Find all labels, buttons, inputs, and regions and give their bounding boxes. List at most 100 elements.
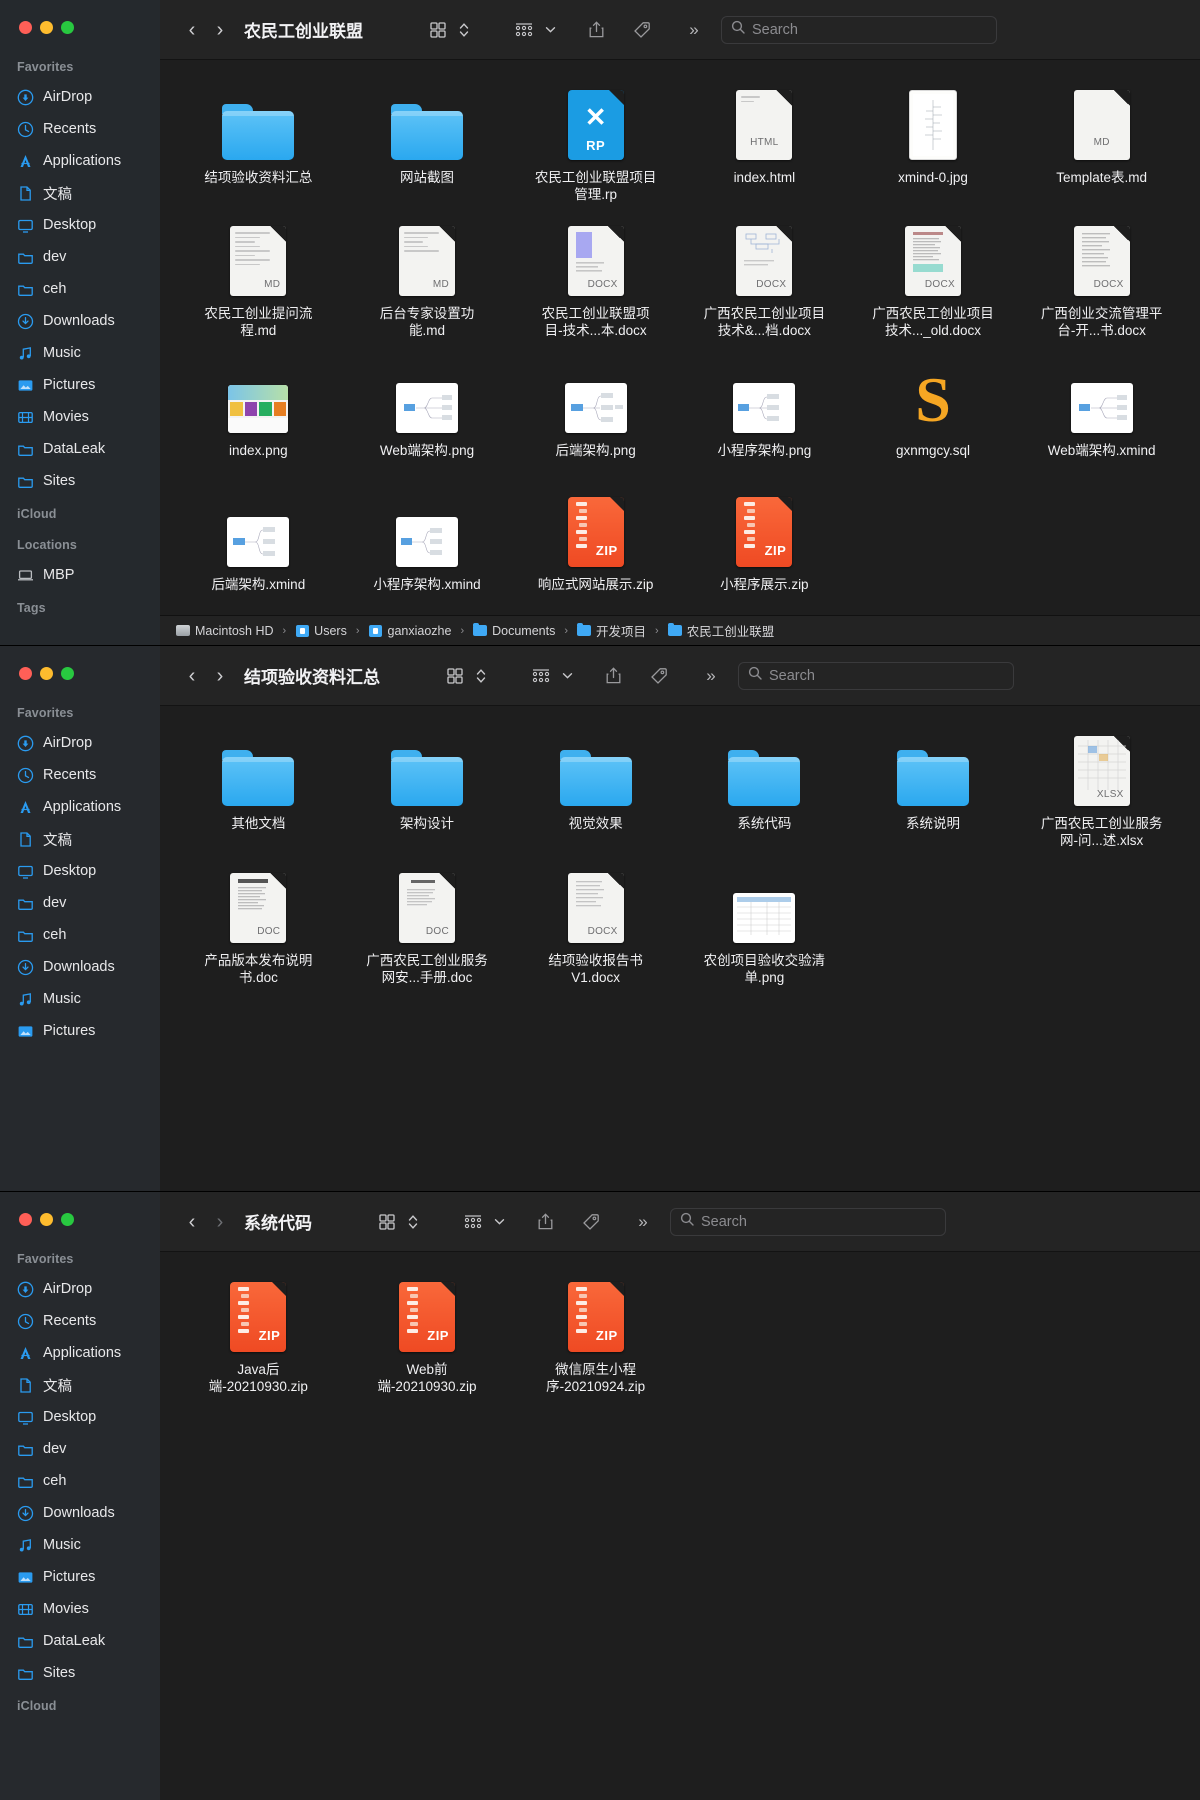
chevron-up-down-icon[interactable] bbox=[406, 1208, 420, 1236]
file-item[interactable]: HTML index.html bbox=[680, 78, 849, 211]
back-button[interactable]: ‹ bbox=[178, 662, 206, 690]
toolbar-window-1[interactable]: ‹ › 农民工创业联盟 bbox=[160, 0, 1200, 60]
file-item[interactable]: S gxnmgcy.sql bbox=[849, 351, 1018, 481]
toolbar-window-3[interactable]: ‹ › 系统代码 bbox=[160, 1192, 1200, 1252]
more-toolbar-items-button[interactable]: » bbox=[679, 16, 709, 44]
file-item[interactable]: Web端架构.png bbox=[343, 351, 512, 481]
sidebar-item-desktop[interactable]: Desktop bbox=[0, 209, 160, 241]
file-item[interactable]: xmind-0.jpg bbox=[849, 78, 1018, 211]
file-item[interactable]: ZIP Java后端-20210930.zip bbox=[174, 1270, 343, 1403]
grid-view-icon[interactable] bbox=[423, 16, 453, 44]
group-by-control[interactable] bbox=[458, 1208, 506, 1236]
file-item[interactable]: ZIP Web前端-20210930.zip bbox=[343, 1270, 512, 1403]
file-item[interactable]: 结项验收资料汇总 bbox=[174, 78, 343, 211]
file-item[interactable]: DOC 产品版本发布说明书.doc bbox=[174, 861, 343, 994]
sidebar-item-sites[interactable]: Sites bbox=[0, 1657, 160, 1689]
view-switcher[interactable] bbox=[372, 1208, 420, 1236]
more-toolbar-items-button[interactable]: » bbox=[696, 662, 726, 690]
file-item[interactable]: DOCX 广西农民工创业项目技术&...档.docx bbox=[680, 215, 849, 348]
sidebar-item-sites[interactable]: Sites bbox=[0, 465, 160, 497]
sidebar-item-applications[interactable]: Applications bbox=[0, 1337, 160, 1369]
file-item[interactable]: XLSX 广西农民工创业服务网-问...述.xlsx bbox=[1017, 724, 1186, 857]
sidebar-item-music[interactable]: Music bbox=[0, 337, 160, 369]
sidebar-item-documents[interactable]: 文稿 bbox=[0, 177, 160, 209]
sidebar-item-dataleak[interactable]: DataLeak bbox=[0, 433, 160, 465]
sidebar-item-ceh[interactable]: ceh bbox=[0, 919, 160, 951]
share-icon[interactable] bbox=[581, 16, 611, 44]
path-segment-macintosh-hd[interactable]: Macintosh HD bbox=[176, 624, 274, 638]
group-by-icon[interactable] bbox=[458, 1208, 488, 1236]
chevron-up-down-icon[interactable] bbox=[474, 662, 488, 690]
more-toolbar-items-button[interactable]: » bbox=[628, 1208, 658, 1236]
sidebar-item-dataleak[interactable]: DataLeak bbox=[0, 1625, 160, 1657]
maximize-button[interactable] bbox=[61, 667, 74, 680]
close-button[interactable] bbox=[19, 1213, 32, 1226]
chevron-down-icon[interactable] bbox=[492, 1208, 506, 1236]
file-item[interactable]: MD Template表.md bbox=[1017, 78, 1186, 211]
file-item[interactable]: Web端架构.xmind bbox=[1017, 351, 1186, 481]
file-item[interactable]: 后端架构.xmind bbox=[174, 485, 343, 615]
back-button[interactable]: ‹ bbox=[178, 16, 206, 44]
file-item[interactable]: 其他文档 bbox=[174, 724, 343, 857]
sidebar-item-music[interactable]: Music bbox=[0, 1529, 160, 1561]
sidebar-window-3[interactable]: Favorites AirDrop Recents Applications 文… bbox=[0, 1192, 160, 1800]
file-item[interactable]: 小程序架构.xmind bbox=[343, 485, 512, 615]
close-button[interactable] bbox=[19, 667, 32, 680]
sidebar-item-desktop[interactable]: Desktop bbox=[0, 1401, 160, 1433]
finder-window-3[interactable]: Favorites AirDrop Recents Applications 文… bbox=[0, 1192, 1200, 1800]
sidebar-item-airdrop[interactable]: AirDrop bbox=[0, 1273, 160, 1305]
sidebar-item-applications[interactable]: Applications bbox=[0, 145, 160, 177]
tag-icon[interactable] bbox=[644, 662, 674, 690]
sidebar-item-documents[interactable]: 文稿 bbox=[0, 823, 160, 855]
minimize-button[interactable] bbox=[40, 1213, 53, 1226]
sidebar-item-mbp[interactable]: MBP bbox=[0, 559, 160, 591]
path-segment-dev-projects[interactable]: 开发项目 bbox=[577, 621, 646, 640]
path-segment-current[interactable]: 农民工创业联盟 bbox=[668, 621, 775, 640]
sidebar-item-pictures[interactable]: Pictures bbox=[0, 1561, 160, 1593]
sidebar-item-dev[interactable]: dev bbox=[0, 241, 160, 273]
share-icon[interactable] bbox=[598, 662, 628, 690]
sidebar-item-movies[interactable]: Movies bbox=[0, 401, 160, 433]
path-bar-window-1[interactable]: Macintosh HD › Users › ganxiaozhe › Docu… bbox=[160, 615, 1200, 645]
sidebar-item-recents[interactable]: Recents bbox=[0, 1305, 160, 1337]
close-button[interactable] bbox=[19, 21, 32, 34]
sidebar-item-ceh[interactable]: ceh bbox=[0, 273, 160, 305]
file-item[interactable]: ZIP 响应式网站展示.zip bbox=[511, 485, 680, 615]
maximize-button[interactable] bbox=[61, 1213, 74, 1226]
toolbar-window-2[interactable]: ‹ › 结项验收资料汇总 bbox=[160, 646, 1200, 706]
sidebar-item-music[interactable]: Music bbox=[0, 983, 160, 1015]
sidebar-item-documents[interactable]: 文稿 bbox=[0, 1369, 160, 1401]
sidebar-item-airdrop[interactable]: AirDrop bbox=[0, 727, 160, 759]
sidebar-item-dev[interactable]: dev bbox=[0, 1433, 160, 1465]
file-item[interactable]: DOC 广西农民工创业服务网安...手册.doc bbox=[343, 861, 512, 994]
sidebar-item-recents[interactable]: Recents bbox=[0, 113, 160, 145]
file-item[interactable]: 视觉效果 bbox=[511, 724, 680, 857]
view-switcher[interactable] bbox=[440, 662, 488, 690]
file-item[interactable]: index.png bbox=[174, 351, 343, 481]
file-item[interactable]: MD 后台专家设置功能.md bbox=[343, 215, 512, 348]
tag-icon[interactable] bbox=[627, 16, 657, 44]
grid-view-icon[interactable] bbox=[440, 662, 470, 690]
minimize-button[interactable] bbox=[40, 667, 53, 680]
path-segment-documents[interactable]: Documents bbox=[473, 624, 555, 638]
file-item[interactable]: ZIP 微信原生小程序-20210924.zip bbox=[511, 1270, 680, 1403]
finder-window-2[interactable]: Favorites AirDrop Recents Applications 文… bbox=[0, 646, 1200, 1191]
chevron-down-icon[interactable] bbox=[560, 662, 574, 690]
maximize-button[interactable] bbox=[61, 21, 74, 34]
traffic-lights[interactable] bbox=[0, 0, 160, 50]
view-switcher[interactable] bbox=[423, 16, 471, 44]
grid-view-icon[interactable] bbox=[372, 1208, 402, 1236]
search-input[interactable]: Search bbox=[670, 1208, 946, 1236]
file-item[interactable]: DOCX 农民工创业联盟项目-技术...本.docx bbox=[511, 215, 680, 348]
search-input[interactable]: Search bbox=[738, 662, 1014, 690]
group-by-icon[interactable] bbox=[509, 16, 539, 44]
file-item[interactable]: 系统说明 bbox=[849, 724, 1018, 857]
file-item[interactable]: 系统代码 bbox=[680, 724, 849, 857]
file-item[interactable]: ZIP 小程序展示.zip bbox=[680, 485, 849, 615]
path-segment-ganxiaozhe[interactable]: ganxiaozhe bbox=[369, 624, 452, 638]
chevron-up-down-icon[interactable] bbox=[457, 16, 471, 44]
group-by-icon[interactable] bbox=[526, 662, 556, 690]
sidebar-item-downloads[interactable]: Downloads bbox=[0, 951, 160, 983]
sidebar-item-applications[interactable]: Applications bbox=[0, 791, 160, 823]
sidebar-window-2[interactable]: Favorites AirDrop Recents Applications 文… bbox=[0, 646, 160, 1191]
